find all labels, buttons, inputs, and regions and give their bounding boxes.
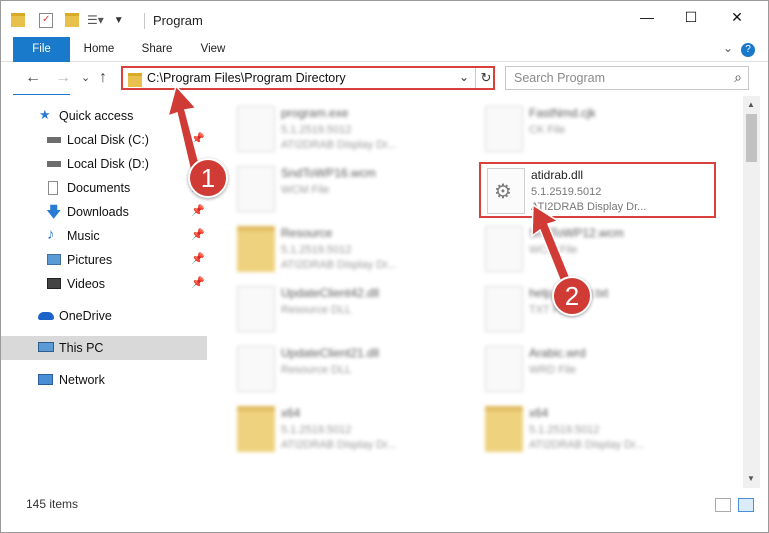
step-2-badge: 2	[552, 276, 592, 316]
step-1-badge: 1	[188, 158, 228, 198]
annotation-arrows	[166, 84, 576, 297]
